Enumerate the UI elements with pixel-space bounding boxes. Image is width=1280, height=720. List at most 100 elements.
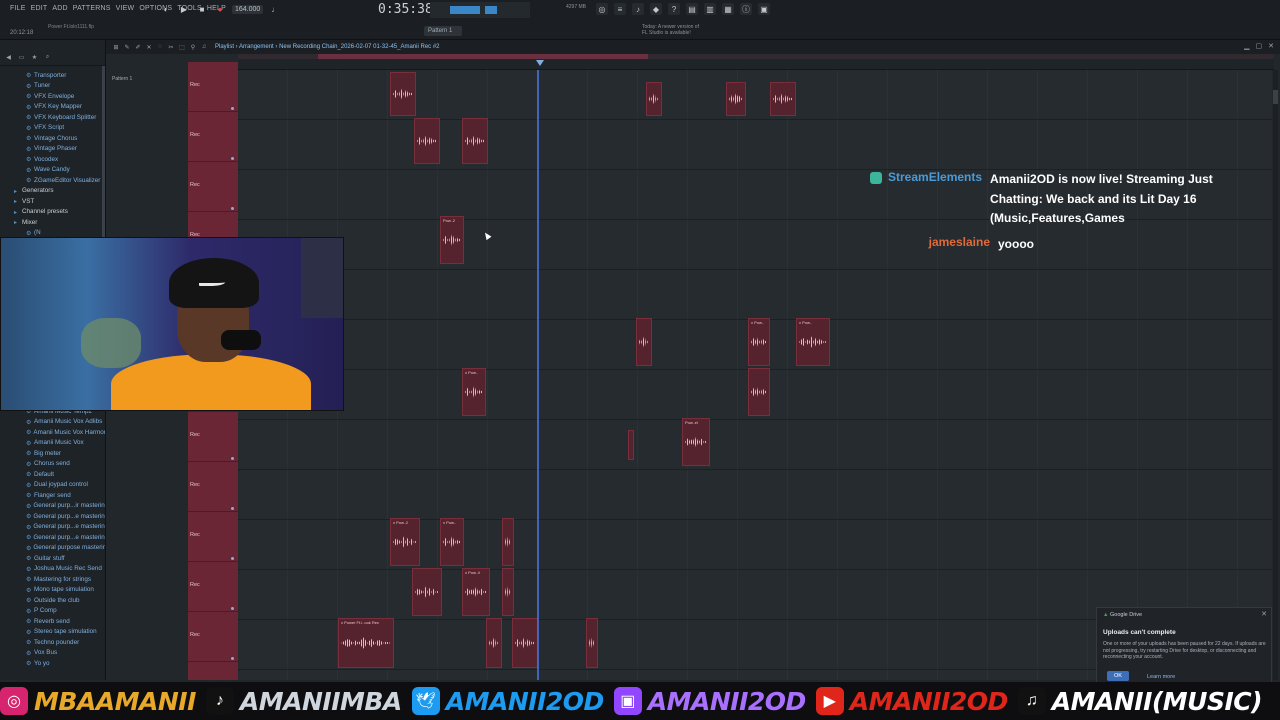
timeline-ruler[interactable] [238,54,1274,70]
audio-clip[interactable] [628,430,634,460]
collapse-icon[interactable]: ▭ [17,53,26,62]
mute-tool-icon[interactable]: ◌ [156,43,164,51]
browser-item[interactable]: ⚙General purp...e mastering 4 [4,532,105,543]
search-icon[interactable]: ⌕ [43,53,52,62]
ok-button[interactable]: OK [1107,671,1129,681]
close-icon[interactable]: ✕ [1268,42,1274,50]
breadcrumb-pattern[interactable]: New Recording Chain_2026-02-07 01-32-45_… [279,44,439,50]
track-mute-led[interactable] [231,507,234,510]
menu-edit[interactable]: EDIT [31,5,48,12]
mixer-icon[interactable]: ≡ [614,3,626,15]
audio-clip[interactable] [646,82,662,116]
browser-item[interactable]: ⚙ Vox Bus [4,648,105,659]
browser-item[interactable]: ⚙ Tuner [4,81,105,92]
browser-item[interactable]: ⚙ Flanger send [4,490,105,501]
record-button[interactable]: ● [214,3,226,15]
browser-item[interactable]: ⚙ Techno pounder [4,637,105,648]
audio-clip[interactable] [512,618,538,668]
menu-patterns[interactable]: PATTERNS [73,5,111,12]
track-header[interactable]: Rec [188,162,238,212]
audio-clip[interactable]: x Pow..il [462,568,490,616]
breadcrumb-arrangement[interactable]: Arrangement [239,44,274,50]
audio-clip[interactable]: Pow..2 [440,216,464,264]
track-mute-led[interactable] [231,557,234,560]
audio-clip[interactable] [462,118,488,164]
browser-item[interactable]: ⚙ General purpose mastering [4,543,105,554]
news-ticker[interactable]: Today: A newer version of FL Studio is a… [642,24,702,36]
browser-item[interactable]: ⚙ VFX Keyboard Splitter [4,112,105,123]
tempo-display[interactable]: 164.000 [232,4,264,14]
playlist-icon[interactable]: ▣ [758,3,770,15]
playlist-scrollbar[interactable] [1273,70,1278,680]
audio-clip[interactable] [486,618,502,668]
time-display[interactable]: 0:35:38 [378,2,433,17]
browser-item[interactable]: ⚙ General purp...ir mastering [4,501,105,512]
audio-clip[interactable]: Pow..el [682,418,710,466]
browser-folder[interactable]: ▸ Channel presets [4,207,105,218]
audio-clip[interactable]: x Pow..2 [390,518,420,566]
track-header[interactable]: Rec [188,512,238,562]
audio-clip[interactable] [412,568,442,616]
cpu-icon[interactable]: ◎ [596,3,608,15]
audio-clip[interactable]: x Pow.. [796,318,830,366]
pattern-selector[interactable]: Pattern 1 [424,26,462,36]
track-header[interactable]: Rec [188,62,238,112]
delete-tool-icon[interactable]: ✕ [145,43,153,51]
track-header[interactable]: Rec [188,112,238,162]
browser-folder[interactable]: ▸ Mixer [4,217,105,228]
slice-tool-icon[interactable]: ✂ [167,43,175,51]
browser-item[interactable]: ⚙ Amanii Music Vox Adlibs [4,417,105,428]
piano-roll-icon[interactable]: ▥ [704,3,716,15]
browser-item[interactable]: ⚙ Vintage Chorus [4,133,105,144]
mic-icon[interactable]: ♪ [632,3,644,15]
browser-item[interactable]: ⚙ Vintage Phaser [4,144,105,155]
browser-scrollbar[interactable] [102,66,105,256]
menu-view[interactable]: VIEW [116,5,135,12]
track-header[interactable]: Rec [188,412,238,462]
audio-clip[interactable] [502,568,514,616]
browser-item[interactable]: ⚙Amanii Music Vox Harmonies [4,427,105,438]
plugin-icon[interactable]: ◆ [650,3,662,15]
back-icon[interactable]: ◀ [4,53,13,62]
minimize-icon[interactable]: ▁ [1244,42,1249,50]
browser-folder[interactable]: ▸ Generators [4,186,105,197]
metronome-icon[interactable]: ♩ [269,3,281,15]
browser-item[interactable]: ⚙ Outside the club [4,595,105,606]
browser-item[interactable]: ⚙ VFX Envelope [4,91,105,102]
browser-folder[interactable]: ▸ VST [4,196,105,207]
browser-icon[interactable]: ▤ [686,3,698,15]
channel-rack-icon[interactable]: ▦ [722,3,734,15]
draw-tool-icon[interactable]: ✎ [123,43,131,51]
browser-item[interactable]: ⚙ Vocodex [4,154,105,165]
browser-item[interactable]: ⚙ P Comp [4,606,105,617]
browser-item[interactable]: ⚙ ZGameEditor Visualizer [4,175,105,186]
info-icon[interactable]: ⓘ [740,3,752,15]
zoom-tool-icon[interactable]: ⚲ [189,43,197,51]
close-icon[interactable]: ✕ [1261,610,1267,618]
select-tool-icon[interactable]: ⬚ [178,43,186,51]
track-mute-led[interactable] [231,457,234,460]
browser-item[interactable]: ⚙ Stereo tape simulation [4,627,105,638]
audio-clip[interactable] [770,82,796,116]
audio-clip[interactable] [748,368,770,416]
maximize-icon[interactable]: ▢ [1256,42,1263,50]
browser-item[interactable]: ⚙ Mastering for strings [4,574,105,585]
track-mute-led[interactable] [231,657,234,660]
track-header[interactable]: Rec [188,462,238,512]
browser-item[interactable]: ⚙ Mono tape simulation [4,585,105,596]
browser-item[interactable]: ⚙ Transporter [4,70,105,81]
play-button[interactable]: ▶ [178,3,190,15]
browser-item[interactable]: ⚙ Default [4,469,105,480]
track-mute-led[interactable] [231,157,234,160]
stop-button[interactable]: ■ [196,3,208,15]
audio-clip[interactable] [636,318,652,366]
song-position-marker[interactable] [536,60,544,66]
learn-more-link[interactable]: Learn more [1147,674,1175,680]
browser-item[interactable]: ⚙ VFX Key Mapper [4,102,105,113]
browser-item[interactable]: ⚙ Joshua Music Rec Send [4,564,105,575]
browser-item[interactable]: ⚙ Reverb send [4,616,105,627]
track-mute-led[interactable] [231,107,234,110]
paint-tool-icon[interactable]: ✐ [134,43,142,51]
browser-item[interactable]: ⚙ VFX Script [4,123,105,134]
loop-region[interactable] [318,54,648,59]
